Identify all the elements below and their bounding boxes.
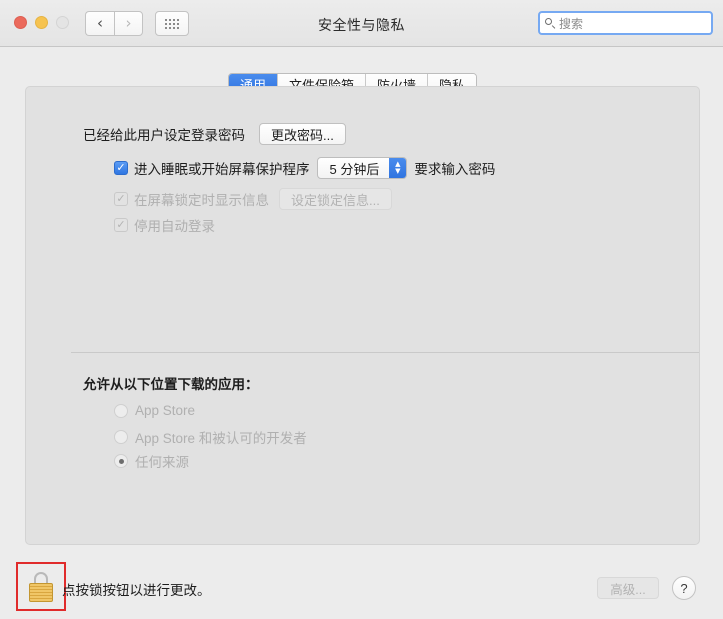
change-password-button[interactable]: 更改密码... bbox=[259, 123, 346, 145]
search-placeholder: 搜索 bbox=[559, 16, 584, 31]
window-titlebar: ‹ › 安全性与隐私 搜索 bbox=[0, 0, 723, 47]
show-lock-message-label: 在屏幕锁定时显示信息 bbox=[134, 193, 269, 208]
require-password-row[interactable]: ✓ 进入睡眠或开始屏幕保护程序 5 分钟后 ▲ ▼ 要求输入密码 bbox=[114, 157, 495, 179]
download-section-heading: 允许从以下位置下载的应用： bbox=[83, 377, 259, 392]
section-divider bbox=[71, 352, 699, 353]
radio-anywhere-label: 任何来源 bbox=[135, 455, 189, 470]
advanced-button: 高级... bbox=[597, 577, 659, 599]
radio-anywhere bbox=[114, 454, 128, 468]
download-section-heading-row: 允许从以下位置下载的应用： bbox=[83, 373, 259, 393]
disable-auto-login-row: ✓ 停用自动登录 bbox=[114, 215, 215, 235]
lock-closed-icon[interactable] bbox=[28, 571, 54, 602]
radio-app-store-identified-label: App Store 和被认可的开发者 bbox=[135, 431, 307, 446]
set-lock-message-button: 设定锁定信息... bbox=[279, 188, 392, 210]
security-privacy-window: ‹ › 安全性与隐私 搜索 通用 文件保险箱 防火墙 隐私 已经给此用户设定登录… bbox=[0, 0, 723, 619]
disable-auto-login-checkbox: ✓ bbox=[114, 218, 128, 232]
help-button[interactable]: ? bbox=[672, 576, 696, 600]
radio-app-store-identified bbox=[114, 430, 128, 444]
require-password-prefix-label: 进入睡眠或开始屏幕保护程序 bbox=[134, 162, 310, 177]
download-option-anywhere: 任何来源 bbox=[114, 451, 189, 471]
search-icon bbox=[545, 17, 556, 29]
lock-hint-label: 点按锁按钮以进行更改。 bbox=[62, 583, 211, 598]
password-status-label: 已经给此用户设定登录密码 bbox=[83, 128, 245, 143]
require-password-checkbox[interactable]: ✓ bbox=[114, 161, 128, 175]
show-lock-message-checkbox: ✓ bbox=[114, 192, 128, 206]
password-status-row: 已经给此用户设定登录密码 更改密码... bbox=[83, 123, 346, 145]
radio-app-store bbox=[114, 403, 128, 418]
radio-selected-dot bbox=[118, 458, 124, 464]
disable-auto-login-label: 停用自动登录 bbox=[134, 219, 215, 234]
chevron-updown-icon: ▲ ▼ bbox=[389, 158, 407, 178]
require-password-suffix-label: 要求输入密码 bbox=[414, 162, 496, 177]
password-delay-value: 5 分钟后 bbox=[329, 161, 380, 177]
search-field[interactable]: 搜索 bbox=[538, 11, 713, 35]
general-settings-panel: 已经给此用户设定登录密码 更改密码... ✓ 进入睡眠或开始屏幕保护程序 5 分… bbox=[25, 86, 700, 545]
radio-app-store-label: App Store bbox=[135, 403, 196, 418]
password-delay-popup[interactable]: 5 分钟后 ▲ ▼ bbox=[316, 157, 408, 179]
lock-button-highlight[interactable] bbox=[16, 562, 66, 611]
show-message-row: ✓ 在屏幕锁定时显示信息 设定锁定信息... bbox=[114, 188, 392, 210]
lock-body bbox=[29, 582, 53, 602]
download-option-app-store: App Store bbox=[114, 403, 195, 418]
download-option-app-store-identified: App Store 和被认可的开发者 bbox=[114, 427, 307, 447]
